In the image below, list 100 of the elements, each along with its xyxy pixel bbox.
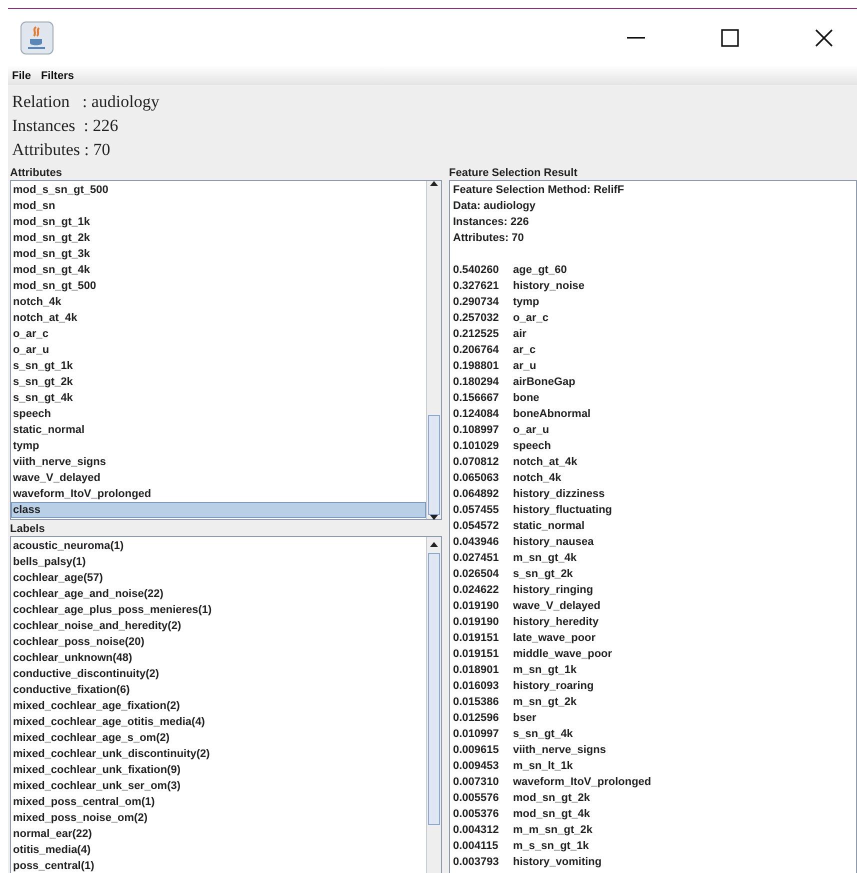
score-text: 0.019190 <box>453 615 500 630</box>
list-item[interactable]: bells_palsy(1) <box>11 554 426 570</box>
scrollbar[interactable] <box>426 181 441 519</box>
list-item[interactable]: notch_at_4k <box>11 310 426 326</box>
list-item[interactable]: o_ar_c <box>11 326 426 342</box>
attribute-name-text: o_ar_u <box>513 423 550 438</box>
score-text: 0.012596 <box>453 711 500 726</box>
scroll-thumb[interactable] <box>428 415 440 515</box>
list-item[interactable]: mod_sn_gt_2k <box>11 230 426 246</box>
list-item[interactable]: mod_sn_gt_3k <box>11 246 426 262</box>
attribute-name-text: static_normal <box>513 519 585 534</box>
score-text: 0.019151 <box>453 647 500 662</box>
score-text: 0.005376 <box>453 807 500 822</box>
score-text: 0.007310 <box>453 775 500 790</box>
list-item[interactable]: conductive_discontinuity(2) <box>11 666 426 682</box>
list-item[interactable]: mod_sn_gt_500 <box>11 278 426 294</box>
menu-item[interactable]: Filters <box>40 70 74 82</box>
list-item[interactable]: s_sn_gt_2k <box>11 374 426 390</box>
attribute-name-text: m_sn_gt_2k <box>513 695 577 710</box>
menu-item[interactable]: File <box>12 70 31 82</box>
list-item[interactable]: cochlear_poss_noise(20) <box>11 634 426 650</box>
score-text: 0.108997 <box>453 423 500 438</box>
list-item[interactable]: poss_central(1) <box>11 858 426 873</box>
list-item[interactable]: tymp <box>11 438 426 454</box>
list-item[interactable]: mixed_poss_central_om(1) <box>11 794 426 810</box>
maximize-icon[interactable] <box>721 28 739 46</box>
list-item[interactable]: s_sn_gt_1k <box>11 358 426 374</box>
result-info-text: Attributes: 70 <box>453 231 525 246</box>
list-item[interactable]: viith_nerve_signs <box>11 454 426 470</box>
attribute-name-text: ar_c <box>513 343 536 358</box>
list-item[interactable]: notch_4k <box>11 294 426 310</box>
list-item[interactable]: static_normal <box>11 422 426 438</box>
scroll-thumb[interactable] <box>428 553 440 825</box>
score-text: 0.043946 <box>453 535 500 550</box>
attribute-name-text: notch_4k <box>513 471 562 486</box>
result-info-text: Instances: 226 <box>453 215 530 230</box>
attribute-name-text: history_vomiting <box>513 855 602 870</box>
list-item[interactable]: mixed_cochlear_unk_fixation(9) <box>11 762 426 778</box>
close-icon[interactable] <box>815 28 833 46</box>
list-item[interactable]: mixed_cochlear_age_fixation(2) <box>11 698 426 714</box>
attribute-name-text: middle_wave_poor <box>513 647 612 662</box>
score-text: 0.027451 <box>453 551 500 566</box>
list-item[interactable]: normal_ear(22) <box>11 826 426 842</box>
score-text: 0.198801 <box>453 359 500 374</box>
attribute-name-text: m_sn_gt_4k <box>513 551 577 566</box>
attribute-name-text: viith_nerve_signs <box>513 743 606 758</box>
list-item[interactable]: mixed_cochlear_age_s_om(2) <box>11 730 426 746</box>
list-item[interactable]: o_ar_u <box>11 342 426 358</box>
attribute-name-text: mod_sn_gt_2k <box>513 791 590 806</box>
list-item[interactable]: waveform_ItoV_prolonged <box>11 486 426 502</box>
attribute-name-text: waveform_ItoV_prolonged <box>513 775 652 790</box>
score-text: 0.064892 <box>453 487 500 502</box>
list-item[interactable]: wave_V_delayed <box>11 470 426 486</box>
score-text: 0.018901 <box>453 663 500 678</box>
attribute-name-text: bser <box>513 711 536 726</box>
attribute-name-text: boneAbnormal <box>513 407 591 422</box>
score-text: 0.054572 <box>453 519 500 534</box>
list-item[interactable]: mixed_cochlear_unk_ser_om(3) <box>11 778 426 794</box>
attribute-name-text: history_fluctuating <box>513 503 612 518</box>
list-item[interactable]: cochlear_age_and_noise(22) <box>11 586 426 602</box>
scrollbar[interactable] <box>426 537 441 873</box>
list-item[interactable]: mixed_poss_noise_om(2) <box>11 810 426 826</box>
list-item[interactable]: mod_s_sn_gt_500 <box>11 182 426 198</box>
score-text: 0.009453 <box>453 759 500 774</box>
scroll-up-icon[interactable] <box>427 181 441 186</box>
attribute-name-text: speech <box>513 439 551 454</box>
attribute-name-text: s_sn_gt_4k <box>513 727 573 742</box>
list-item[interactable]: cochlear_unknown(48) <box>11 650 426 666</box>
attribute-name-text: history_dizziness <box>513 487 605 502</box>
score-text: 0.101029 <box>453 439 500 454</box>
attribute-name-text: mod_sn_gt_4k <box>513 807 590 822</box>
score-text: 0.024622 <box>453 583 500 598</box>
score-text: 0.019190 <box>453 599 500 614</box>
attribute-name-text: history_noise <box>513 279 585 294</box>
score-text: 0.026504 <box>453 567 500 582</box>
score-text: 0.004115 <box>453 839 500 854</box>
list-item[interactable]: cochlear_age_plus_poss_menieres(1) <box>11 602 426 618</box>
list-item[interactable]: mod_sn_gt_4k <box>11 262 426 278</box>
list-item[interactable]: cochlear_noise_and_heredity(2) <box>11 618 426 634</box>
score-text: 0.257032 <box>453 311 500 326</box>
attribute-name-text: history_roaring <box>513 679 594 694</box>
result-info-text: Feature Selection Method: RelifF <box>453 183 626 198</box>
attribute-name-text: o_ar_c <box>513 311 548 326</box>
list-item[interactable]: cochlear_age(57) <box>11 570 426 586</box>
score-text: 0.212525 <box>453 327 500 342</box>
section-title: Feature Selection Result <box>449 166 578 180</box>
list-item[interactable]: s_sn_gt_4k <box>11 390 426 406</box>
list-item[interactable]: mixed_cochlear_age_otitis_media(4) <box>11 714 426 730</box>
minimize-icon[interactable] <box>627 36 645 38</box>
list-item[interactable]: conductive_fixation(6) <box>11 682 426 698</box>
attribute-name-text: notch_at_4k <box>513 455 578 470</box>
list-item[interactable]: acoustic_neuroma(1) <box>11 538 426 554</box>
attribute-name-text: age_gt_60 <box>513 263 567 278</box>
list-item[interactable]: mod_sn <box>11 198 426 214</box>
score-text: 0.206764 <box>453 343 500 358</box>
list-item[interactable]: speech <box>11 406 426 422</box>
list-item[interactable]: mixed_cochlear_unk_discontinuity(2) <box>11 746 426 762</box>
list-item[interactable]: mod_sn_gt_1k <box>11 214 426 230</box>
list-item[interactable]: class <box>11 502 426 518</box>
list-item[interactable]: otitis_media(4) <box>11 842 426 858</box>
